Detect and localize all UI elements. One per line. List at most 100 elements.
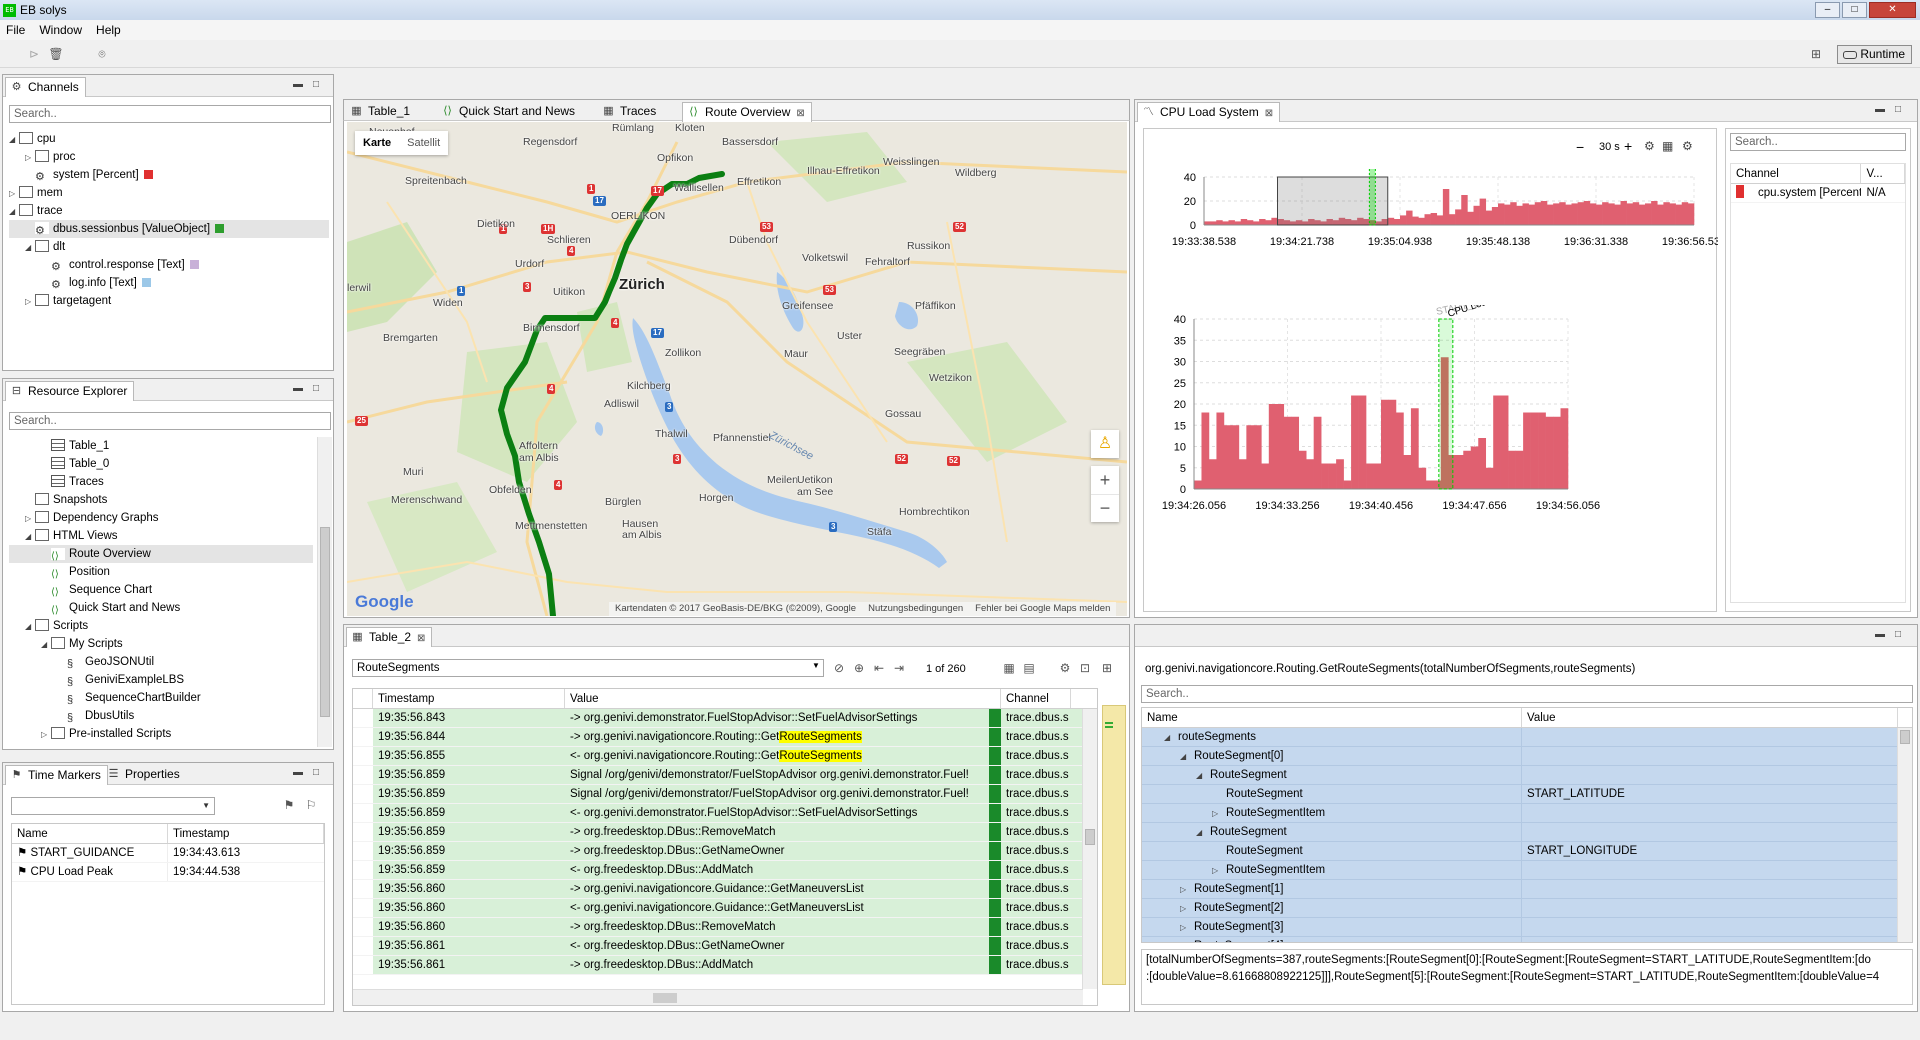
close-tab-icon[interactable]: ⊠ [796, 108, 804, 119]
table-row[interactable]: 19:35:56.859 -> org.freedesktop.DBus::Rem… [353, 823, 1097, 842]
collapsed-icon[interactable]: ▷ [9, 185, 19, 203]
tree-row[interactable]: ◢ RouteSegment [1142, 823, 1912, 842]
map-report-link[interactable]: Fehler bei Google Maps melden [969, 603, 1116, 614]
map-zoom-out-button[interactable]: − [1091, 494, 1119, 522]
tree-row[interactable]: ▷ RouteSegmentItem [1142, 861, 1912, 880]
tree-item[interactable]: ◢ dlt [9, 238, 329, 256]
channel-combo[interactable]: RouteSegments [352, 659, 824, 677]
tree-item[interactable]: ◢ Scripts [9, 617, 313, 635]
table-row[interactable]: 19:35:56.859 <- org.genivi.demonstrator.F… [353, 804, 1097, 823]
details-scrollbar[interactable] [1897, 728, 1912, 942]
tree-item[interactable]: ⚙ system [Percent] [9, 166, 329, 184]
map-terms-link[interactable]: Nutzungsbedingungen [862, 603, 969, 614]
close-tab-icon[interactable]: ⊠ [417, 633, 425, 644]
legend-row[interactable]: cpu.system [Percent N/A [1731, 184, 1905, 203]
col-name[interactable]: Name [1142, 708, 1522, 727]
channels-icon[interactable]: ⚙ [1057, 661, 1073, 675]
tree-item[interactable]: ⟨⟩ Position [9, 563, 313, 581]
table-row[interactable]: 19:35:56.855 <- org.genivi.navigationcore… [353, 747, 1097, 766]
add-marker-icon[interactable]: ⚑ [281, 798, 297, 812]
close-tab-icon[interactable]: ⊠ [1265, 108, 1273, 119]
tree-row[interactable]: ◢ RouteSegment [1142, 766, 1912, 785]
col-name[interactable]: Name [12, 824, 168, 843]
tree-item[interactable]: § GeniviExampleLBS [9, 671, 313, 689]
open-perspective-icon[interactable]: ⊞ [1808, 47, 1824, 61]
tree-row[interactable]: ▷ RouteSegment[2] [1142, 899, 1912, 918]
runtime-perspective-button[interactable]: Runtime [1837, 45, 1912, 64]
menu-help[interactable]: Help [96, 23, 121, 37]
panel-min-max-icons[interactable]: ▬□ [293, 383, 329, 394]
chevron-down-icon[interactable]: ▼ [812, 661, 820, 670]
tree-item[interactable]: ◢ trace [9, 202, 329, 220]
tree-item[interactable]: § DbusUtils [9, 707, 313, 725]
collapsed-icon[interactable]: ▷ [1180, 937, 1194, 942]
legend-search-input[interactable]: Search.. [1730, 133, 1906, 151]
tree-row[interactable]: ▷RouteSegment[4] [1142, 937, 1912, 942]
tab-cpu-load-system[interactable]: 〽 CPU Load System ⊠ [1137, 102, 1281, 122]
channel-select-icon[interactable]: ⚙ [1644, 139, 1655, 153]
map-zoom-in-button[interactable]: + [1091, 466, 1119, 494]
chart-table-icon[interactable]: ▦ [1662, 139, 1673, 153]
tree-item[interactable]: Traces [9, 473, 313, 491]
tree-item[interactable]: § SequenceChartBuilder [9, 689, 313, 707]
resource-scrollbar[interactable] [317, 437, 332, 747]
expanded-icon[interactable]: ◢ [25, 528, 35, 546]
map-type-satellit-button[interactable]: Satellit [399, 131, 448, 155]
tree-item[interactable]: Snapshots [9, 491, 313, 509]
collapsed-icon[interactable]: ▷ [25, 293, 35, 311]
expanded-icon[interactable]: ◢ [1196, 823, 1210, 841]
lock-icon[interactable]: ⊡ [1077, 661, 1093, 675]
tree-item[interactable]: ▷ proc [9, 148, 329, 166]
tab-time-markers[interactable]: ⚑ Time Markers [5, 765, 108, 785]
tab-table-1[interactable]: ▦ Table_1 [346, 102, 416, 122]
col-timestamp[interactable]: Timestamp [168, 824, 324, 843]
table-row[interactable]: ⚑ CPU Load Peak 19:34:44.538 [12, 863, 324, 882]
events-overview-ruler[interactable] [1102, 705, 1126, 985]
minimize-button[interactable]: – [1815, 2, 1840, 18]
tab-properties[interactable]: ☰ Properties [103, 765, 186, 785]
events-scrollbar[interactable] [1082, 709, 1097, 989]
camera-icon[interactable]: ⌾ [94, 47, 110, 61]
collapsed-icon[interactable]: ▷ [41, 726, 51, 744]
table-row[interactable]: 19:35:56.859 <- org.freedesktop.DBus::Add… [353, 861, 1097, 880]
details-search-input[interactable]: Search.. [1141, 685, 1913, 703]
tree-item[interactable]: ▷ Dependency Graphs [9, 509, 313, 527]
expanded-icon[interactable]: ◢ [9, 203, 19, 221]
expanded-icon[interactable]: ◢ [25, 618, 35, 636]
table-row[interactable]: 19:35:56.861 -> org.freedesktop.DBus::Add… [353, 956, 1097, 975]
tab-table-2[interactable]: ▦ Table_2 ⊠ [346, 627, 433, 647]
street-view-pegman-icon[interactable]: ♙ [1091, 430, 1119, 458]
table-view-icon[interactable]: ▦ [1001, 661, 1017, 675]
tree-item[interactable]: ⚙ log.info [Text] [9, 274, 329, 292]
columns-icon[interactable]: ▤ [1021, 661, 1037, 675]
tree-item[interactable]: ⟨⟩ Quick Start and News [9, 599, 313, 617]
trash-icon[interactable]: 🗑 [48, 47, 64, 61]
col-value[interactable]: Value [565, 689, 1001, 708]
chart-zoom-out-button[interactable]: − [1576, 139, 1584, 155]
marker-filter-combo[interactable]: ▼ [11, 797, 215, 815]
tab-quick-start[interactable]: ⟨⟩ Quick Start and News [437, 102, 581, 122]
maximize-button[interactable]: □ [1842, 2, 1867, 18]
tree-item[interactable]: ▷ Pre-installed Scripts [9, 725, 313, 743]
search-icon[interactable]: ⊕ [851, 661, 867, 675]
map-type-karte-button[interactable]: Karte [355, 131, 399, 155]
chart-settings-icon[interactable]: ⚙ [1682, 139, 1693, 153]
col-value[interactable]: V... [1861, 164, 1905, 183]
collapsed-icon[interactable]: ▷ [25, 510, 35, 528]
tree-item[interactable]: Table_0 [9, 455, 313, 473]
table-row[interactable]: 19:35:56.861 <- org.freedesktop.DBus::Get… [353, 937, 1097, 956]
panel-min-max-icons[interactable]: ▬□ [293, 767, 329, 778]
tree-row[interactable]: ▷ RouteSegment[3] [1142, 918, 1912, 937]
tree-row[interactable]: RouteSegment START_LATITUDE [1142, 785, 1912, 804]
tree-item[interactable]: ⟨⟩ Route Overview [9, 545, 313, 563]
table-row[interactable]: 19:35:56.859 Signal /org/genivi/demonstra… [353, 766, 1097, 785]
tree-row[interactable]: RouteSegment START_LONGITUDE [1142, 842, 1912, 861]
expanded-icon[interactable]: ◢ [1196, 766, 1210, 784]
prev-page-icon[interactable]: ⇤ [871, 661, 887, 675]
col-value[interactable]: Value [1522, 708, 1898, 727]
col-channel[interactable]: Channel [1001, 689, 1071, 708]
expanded-icon[interactable]: ◢ [1164, 728, 1178, 746]
table-row[interactable]: 19:35:56.844 -> org.genivi.navigationcore… [353, 728, 1097, 747]
filter-icon[interactable]: ⊘ [831, 661, 847, 675]
channels-search-input[interactable]: Search.. [9, 105, 331, 123]
